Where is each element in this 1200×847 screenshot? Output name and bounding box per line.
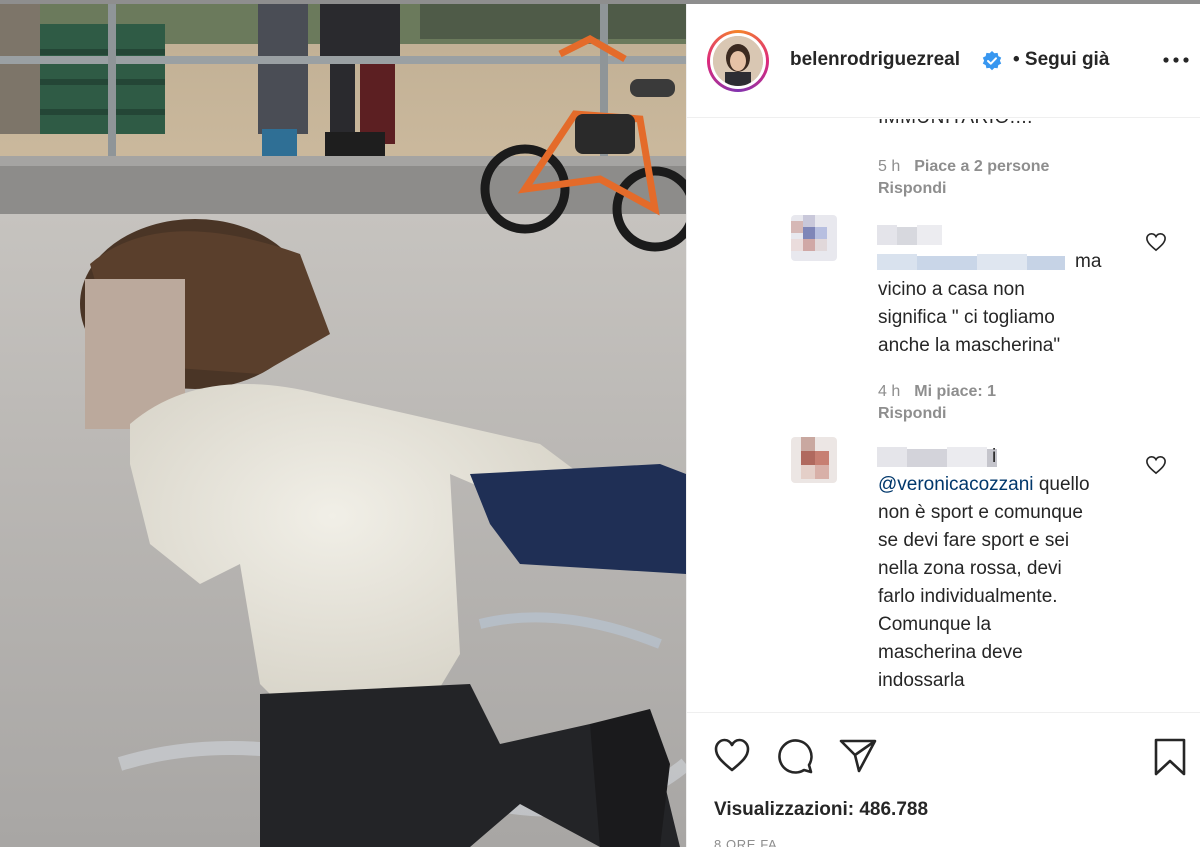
comment-username-blurred[interactable] [877, 223, 957, 247]
comment-text-line-6: Comunque la [878, 614, 992, 635]
post-actions: Visualizzazioni: 486.788 8 ORE FA [687, 712, 1200, 847]
verified-badge-icon [982, 51, 1002, 71]
comment-likes[interactable]: Mi piace: 1 [914, 383, 996, 400]
comment-text-line-4: anche la mascherina" [878, 335, 1061, 356]
blurred-avatar [791, 215, 837, 261]
heart-icon[interactable] [713, 737, 751, 773]
avatar-photo [713, 36, 763, 86]
comment-text-line-3: se devi fare sport e sei [878, 530, 1070, 551]
comment-meta: 4 h Mi piace: 1 [878, 383, 996, 401]
mention-blurred[interactable] [877, 250, 1077, 274]
comment-username-blurred[interactable] [877, 445, 1007, 469]
comment-text-line-1: ma [1075, 251, 1102, 272]
profile-avatar[interactable] [707, 30, 769, 92]
comment-text-line-4: nella zona rossa, devi [878, 558, 1062, 579]
comment-text-line-1: @veronicacozzani quello [878, 471, 1198, 499]
comment-text-line-2: vicino a casa non [878, 279, 1025, 300]
comment-text-line-7: mascherina deve [878, 642, 1023, 663]
previous-comment-likes[interactable]: Piace a 2 persone [914, 158, 1049, 175]
comment-text-line-5: farlo individualmente. [878, 586, 1058, 607]
avatar-image [713, 36, 763, 86]
views-count[interactable]: Visualizzazioni: 486.788 [714, 799, 928, 821]
blurred-username [877, 225, 942, 245]
comment-username-suffix: i [992, 446, 997, 467]
previous-comment-reply[interactable]: Rispondi [878, 180, 946, 198]
send-icon[interactable] [838, 737, 878, 775]
previous-comment-meta: 5 h Piace a 2 persone [878, 158, 1049, 176]
bookmark-icon[interactable] [1153, 737, 1187, 777]
avatar-border [710, 33, 766, 89]
blurred-mention [877, 254, 1065, 270]
follow-status[interactable]: • Segui già [1013, 49, 1109, 71]
post-time[interactable]: 8 ORE FA [714, 837, 777, 847]
previous-comment-time: 5 h [878, 158, 901, 175]
post-header: belenrodriguezreal • Segui già [687, 4, 1200, 118]
comment-time: 4 h [878, 383, 901, 400]
comments-list[interactable]: IMMUNITARIO.... 5 h Piace a 2 persone Ris… [687, 119, 1200, 711]
comment-reply[interactable]: Rispondi [878, 405, 946, 423]
mention-link[interactable]: @veronicacozzani [878, 474, 1034, 495]
comment-like-heart-icon[interactable] [1145, 232, 1167, 252]
comment-text-line-3: significa " ci togliamo [878, 307, 1055, 328]
post-video[interactable] [0, 4, 686, 847]
post-sidebar: belenrodriguezreal • Segui già IMMUNITAR… [686, 4, 1200, 847]
more-horizontal-icon[interactable] [1161, 50, 1191, 70]
comment-avatar[interactable] [791, 437, 837, 483]
video-frame-illustration [0, 4, 686, 847]
comment-like-heart-icon[interactable] [1145, 455, 1167, 475]
comment-avatar[interactable] [791, 215, 837, 261]
blurred-avatar [791, 437, 837, 483]
comment-text-line-2: non è sport e comunque [878, 502, 1083, 523]
comment-icon[interactable] [776, 737, 814, 775]
previous-comment-text: IMMUNITARIO.... [878, 119, 1033, 129]
comment-text-line-8: indossarla [878, 670, 965, 691]
blurred-username [877, 447, 997, 467]
comment-text-fragment: quello [1038, 474, 1090, 495]
post-username[interactable]: belenrodriguezreal [790, 49, 960, 71]
